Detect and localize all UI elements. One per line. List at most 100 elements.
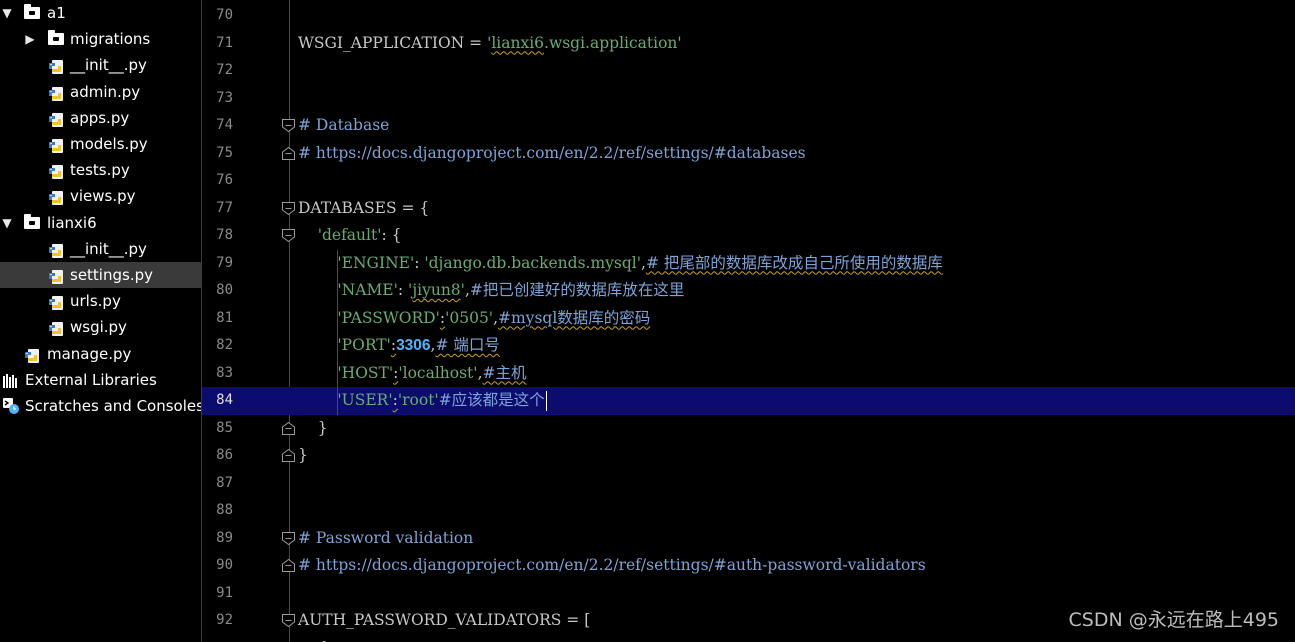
code-text: 'USER':'root'#应该都是这个 <box>298 387 548 415</box>
code-token: # Password validation <box>298 528 474 547</box>
code-text: 'PASSWORD':'0505',#mysql数据库的密码 <box>298 305 650 333</box>
tree-item-label: admin.py <box>70 83 141 101</box>
line-number: 83 <box>216 364 233 381</box>
code-line[interactable]: 79 'ENGINE': 'django.db.backends.mysql',… <box>202 250 1295 278</box>
fold-open-icon[interactable] <box>282 531 295 545</box>
code-line[interactable]: 90 # https://docs.djangoproject.com/en/2.… <box>202 552 1295 580</box>
code-token: # https://docs.djangoproject.com/en/2.2/… <box>298 556 926 574</box>
folder-icon <box>24 214 40 229</box>
code-line[interactable]: 86} <box>202 442 1295 470</box>
code-line[interactable]: 75 # https://docs.djangoproject.com/en/2.… <box>202 140 1295 168</box>
code-text: } <box>298 442 308 470</box>
tree-item-label: models.py <box>70 135 148 153</box>
tree-item-label: lianxi6 <box>47 214 97 232</box>
fold-open-icon[interactable] <box>282 201 295 215</box>
line-number: 92 <box>216 612 233 628</box>
code-line[interactable]: 84 'USER':'root'#应该都是这个 <box>202 387 1295 415</box>
tree-item-a1[interactable]: ▼ a1 <box>0 0 201 26</box>
python-file-icon <box>48 162 64 179</box>
fold-close-icon[interactable] <box>282 146 295 160</box>
code-line[interactable]: 73 <box>202 85 1295 113</box>
code-line[interactable]: 85 } <box>202 415 1295 443</box>
tree-item-init-py[interactable]: __init__.py <box>0 236 201 262</box>
python-file-icon <box>48 319 64 336</box>
python-file-icon <box>48 293 64 310</box>
fold-close-icon[interactable] <box>282 449 295 462</box>
tree-item-label: apps.py <box>70 109 130 127</box>
tree-item-manage-py[interactable]: manage.py <box>0 341 201 367</box>
code-line[interactable]: 74 # Database <box>202 112 1295 140</box>
tree-item-scratches-and-consoles[interactable]: Scratches and Consoles <box>0 393 201 419</box>
code-line[interactable]: 87 <box>202 470 1295 498</box>
code-line[interactable]: 71 WSGI_APPLICATION = 'lianxi6.wsgi.appli… <box>202 30 1295 58</box>
code-token: # 把尾部的数据库改成自己所使用的数据库 <box>645 253 943 272</box>
line-number: 87 <box>216 474 233 491</box>
tree-item-label: migrations <box>70 30 151 48</box>
tree-item-admin-py[interactable]: admin.py <box>0 79 201 105</box>
line-number: 75 <box>216 144 233 161</box>
code-line[interactable]: 72 <box>202 57 1295 85</box>
code-line[interactable]: 89 # Password validation <box>202 525 1295 553</box>
code-token: { <box>298 639 328 642</box>
code-token: #主机 <box>482 363 527 382</box>
tree-item-external-libraries[interactable]: External Libraries <box>0 367 201 393</box>
python-file-icon <box>48 136 64 153</box>
code-line[interactable]: 88 <box>202 497 1295 525</box>
folder-icon <box>48 30 64 45</box>
expand-arrow-icon[interactable]: ▼ <box>1 0 13 26</box>
tree-item-settings-py[interactable]: settings.py <box>0 262 201 288</box>
code-line[interactable]: { <box>202 635 1295 642</box>
tree-item-apps-py[interactable]: apps.py <box>0 105 201 131</box>
fold-close-icon[interactable] <box>282 421 295 435</box>
tree-item-models-py[interactable]: models.py <box>0 131 201 157</box>
tree-item-label: Scratches and Consoles <box>25 397 202 415</box>
collapse-arrow-icon[interactable]: ▶ <box>24 26 36 52</box>
line-number: 70 <box>216 7 233 23</box>
code-line[interactable]: 83 'HOST':'localhost',#主机 <box>202 360 1295 388</box>
code-text: AUTH_PASSWORD_VALIDATORS = [ <box>298 607 590 635</box>
tree-item-label: urls.py <box>70 292 121 310</box>
code-line[interactable]: 82 'PORT':3306,# 端口号 <box>202 332 1295 360</box>
tree-item-label: __init__.py <box>70 240 147 258</box>
fold-open-icon[interactable] <box>282 614 295 627</box>
scratches-icon <box>2 397 19 414</box>
code-text: DATABASES = { <box>298 195 429 223</box>
code-line[interactable]: 81 'PASSWORD':'0505',#mysql数据库的密码 <box>202 305 1295 333</box>
tree-item-wsgi-py[interactable]: wsgi.py <box>0 314 201 340</box>
code-text: 'NAME': 'jiyun8',#把已创建好的数据库放在这里 <box>298 277 684 305</box>
python-file-icon <box>48 57 64 74</box>
code-editor[interactable]: 70 71 WSGI_APPLICATION = 'lianxi6.wsgi.app… <box>202 0 1295 642</box>
line-number: 80 <box>216 282 233 298</box>
code-line[interactable]: 70 <box>202 2 1295 30</box>
code-line[interactable]: 78 'default': { <box>202 222 1295 250</box>
tree-item-tests-py[interactable]: tests.py <box>0 157 201 183</box>
tree-item-init-py[interactable]: __init__.py <box>0 52 201 78</box>
tree-item-label: tests.py <box>70 161 130 179</box>
line-number: 74 <box>216 117 233 133</box>
python-file-icon <box>48 84 64 101</box>
code-line[interactable]: 91 <box>202 580 1295 608</box>
fold-open-icon[interactable] <box>282 119 295 132</box>
code-token: } <box>298 446 308 464</box>
expand-arrow-icon[interactable]: ▼ <box>1 210 13 236</box>
code-line[interactable]: 77 DATABASES = { <box>202 195 1295 223</box>
code-text: 'PORT':3306,# 端口号 <box>298 332 500 360</box>
tree-item-lianxi6[interactable]: ▼ lianxi6 <box>0 210 201 236</box>
fold-close-icon[interactable] <box>282 559 295 572</box>
code-token: # 端口号 <box>435 336 500 354</box>
tree-item-label: External Libraries <box>25 371 157 389</box>
tree-item-label: manage.py <box>47 345 132 363</box>
code-text: 'HOST':'localhost',#主机 <box>298 360 527 388</box>
tree-item-views-py[interactable]: views.py <box>0 183 201 209</box>
code-line[interactable]: 76 <box>202 167 1295 195</box>
code-text: { <box>298 635 328 642</box>
tree-item-migrations[interactable]: ▶ migrations <box>0 26 201 52</box>
tree-item-urls-py[interactable]: urls.py <box>0 288 201 314</box>
fold-open-icon[interactable] <box>282 229 295 242</box>
python-file-icon <box>24 346 40 363</box>
line-number: 73 <box>216 89 233 106</box>
code-line[interactable]: 80 'NAME': 'jiyun8',#把已创建好的数据库放在这里 <box>202 277 1295 305</box>
code-text: 'ENGINE': 'django.db.backends.mysql',# 把… <box>298 250 943 278</box>
